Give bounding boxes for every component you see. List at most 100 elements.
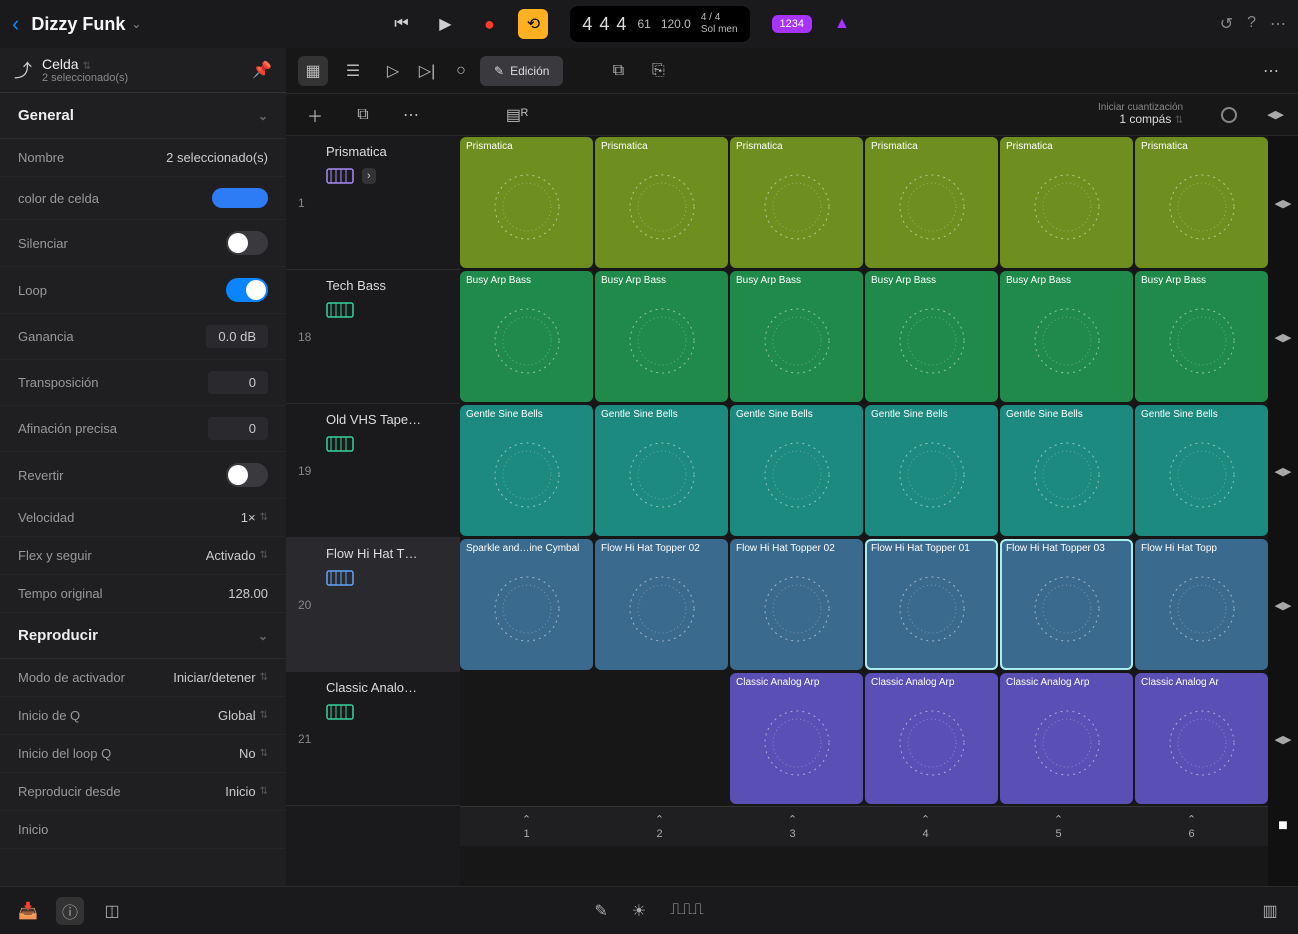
grid-more-icon[interactable]: ⋯: [1256, 56, 1286, 86]
divider-toggle-icon[interactable]: ◀▶: [1267, 108, 1284, 121]
scene-trigger-button[interactable]: ⌃5: [992, 807, 1125, 846]
section-reproduce-header[interactable]: Reproducir ⌄: [0, 613, 286, 659]
track-more-icon[interactable]: ⋯: [396, 100, 426, 130]
loop-cell[interactable]: Gentle Sine Bells: [1135, 405, 1268, 536]
row-trigger-button[interactable]: ◀▶: [1268, 136, 1298, 270]
flex-value[interactable]: Activado⇅: [206, 548, 268, 563]
loop-cell[interactable]: Classic Analog Arp: [1000, 673, 1133, 804]
loop-cell[interactable]: [460, 673, 593, 804]
help-icon[interactable]: ?: [1247, 14, 1256, 34]
grid-view-icon[interactable]: ▦: [298, 56, 328, 86]
loop-cell[interactable]: Sparkle and…ine Cymbal: [460, 539, 593, 670]
mute-toggle[interactable]: [226, 231, 268, 255]
record-button[interactable]: ●: [474, 9, 504, 39]
split-view-icon[interactable]: ◫: [98, 897, 126, 925]
loop-cell[interactable]: Prismatica: [1000, 137, 1133, 268]
loop-cell[interactable]: Flow Hi Hat Topper 01: [865, 539, 998, 670]
scene-trigger-button[interactable]: ⌃2: [593, 807, 726, 846]
finetune-value[interactable]: 0: [208, 417, 268, 440]
loop-cell[interactable]: Gentle Sine Bells: [730, 405, 863, 536]
transpose-value[interactable]: 0: [208, 371, 268, 394]
loop-cell[interactable]: Gentle Sine Bells: [460, 405, 593, 536]
global-stop-icon[interactable]: [1221, 107, 1237, 123]
count-in-pill[interactable]: 1234: [772, 15, 812, 33]
track-header[interactable]: 19 Old VHS Tape…: [286, 404, 460, 538]
copy-icon[interactable]: ⎘: [643, 56, 673, 86]
mixer-icon[interactable]: ⎍⎍⎍: [670, 901, 704, 921]
track-header[interactable]: 21 Classic Analo…: [286, 672, 460, 806]
loop-cell[interactable]: Flow Hi Hat Topper 02: [595, 539, 728, 670]
scene-trigger-button[interactable]: ⌃1: [460, 807, 593, 846]
stop-all-button[interactable]: ■: [1268, 806, 1298, 846]
edit-mode-button[interactable]: ✎ Edición: [480, 56, 563, 86]
edit-tool-icon[interactable]: ✎: [594, 901, 607, 921]
cycle-button[interactable]: ⟲: [518, 9, 548, 39]
reverse-toggle[interactable]: [226, 463, 268, 487]
record-perform-icon[interactable]: ○: [446, 56, 476, 86]
loop-cell[interactable]: Flow Hi Hat Topp: [1135, 539, 1268, 670]
loop-cell[interactable]: Gentle Sine Bells: [1000, 405, 1133, 536]
scene-trigger-button[interactable]: ⌃4: [859, 807, 992, 846]
metronome-icon[interactable]: ▲: [834, 15, 850, 33]
loop-cell[interactable]: Prismatica: [865, 137, 998, 268]
project-title[interactable]: Dizzy Funk: [31, 14, 125, 35]
inbox-icon[interactable]: 📥: [14, 897, 42, 925]
more-icon[interactable]: ⋯: [1270, 14, 1286, 34]
cell-color-swatch[interactable]: [212, 188, 268, 208]
trigger-mode-value[interactable]: Iniciar/detener⇅: [173, 670, 268, 685]
scene-trigger-button[interactable]: ⌃3: [726, 807, 859, 846]
smart-controls-icon[interactable]: ☀: [632, 901, 646, 921]
loop-cell[interactable]: Classic Analog Arp: [865, 673, 998, 804]
row-trigger-button[interactable]: ◀▶: [1268, 270, 1298, 404]
undo-icon[interactable]: ↺: [1220, 14, 1233, 34]
loop-cell[interactable]: Prismatica: [460, 137, 593, 268]
piano-roll-icon[interactable]: ▥: [1256, 897, 1284, 925]
list-view-icon[interactable]: ☰: [338, 56, 368, 86]
loop-cell[interactable]: Busy Arp Bass: [1000, 271, 1133, 402]
loop-cell[interactable]: Classic Analog Ar: [1135, 673, 1268, 804]
inspector-selector-label[interactable]: Celda ⇅: [42, 56, 128, 72]
selection-icon[interactable]: ⧉: [603, 56, 633, 86]
open-plugin-icon[interactable]: ›: [362, 168, 376, 184]
origtempo-value[interactable]: 128.00: [228, 586, 268, 601]
info-icon[interactable]: ⓘ: [56, 897, 84, 925]
play-button[interactable]: ▶: [430, 9, 460, 39]
track-header[interactable]: 1 Prismatica ›: [286, 136, 460, 270]
loop-cell[interactable]: Prismatica: [730, 137, 863, 268]
loop-cell[interactable]: Gentle Sine Bells: [865, 405, 998, 536]
back-button[interactable]: ‹: [12, 11, 19, 37]
loop-cell[interactable]: Busy Arp Bass: [865, 271, 998, 402]
loop-cell[interactable]: Prismatica: [595, 137, 728, 268]
play-from-value[interactable]: Inicio⇅: [225, 784, 268, 799]
loop-toggle[interactable]: [226, 278, 268, 302]
track-header[interactable]: 18 Tech Bass: [286, 270, 460, 404]
pin-icon[interactable]: 📌: [252, 60, 272, 80]
region-inspector-icon[interactable]: ▤ᴿ: [502, 100, 532, 130]
row-trigger-button[interactable]: ◀▶: [1268, 672, 1298, 806]
loop-cell[interactable]: Busy Arp Bass: [460, 271, 593, 402]
row-trigger-button[interactable]: ◀▶: [1268, 404, 1298, 538]
lcd-display[interactable]: 4 4 4 61 120.0 4 / 4 Sol men: [570, 6, 749, 42]
add-track-icon[interactable]: ＋: [300, 100, 330, 130]
speed-value[interactable]: 1×⇅: [241, 510, 268, 525]
loop-cell[interactable]: Flow Hi Hat Topper 03: [1000, 539, 1133, 670]
loop-cell[interactable]: Flow Hi Hat Topper 02: [730, 539, 863, 670]
q-loop-start-value[interactable]: No⇅: [239, 746, 268, 761]
loop-cell[interactable]: Gentle Sine Bells: [595, 405, 728, 536]
loop-cell[interactable]: Busy Arp Bass: [1135, 271, 1268, 402]
gain-value[interactable]: 0.0 dB: [206, 325, 268, 348]
row-trigger-button[interactable]: ◀▶: [1268, 538, 1298, 672]
loop-cell[interactable]: [595, 673, 728, 804]
go-to-start-button[interactable]: ⏮: [386, 9, 416, 39]
track-header[interactable]: 20 Flow Hi Hat T…: [286, 538, 460, 672]
play-queue-icon[interactable]: ▷|: [412, 56, 442, 86]
quantize-menu[interactable]: Iniciar cuantización 1 compás ⇅: [1098, 102, 1183, 126]
loop-cell[interactable]: Prismatica: [1135, 137, 1268, 268]
nav-up-icon[interactable]: ⤴: [14, 57, 32, 83]
section-general-header[interactable]: General ⌄: [0, 93, 286, 139]
name-value[interactable]: 2 seleccionado(s): [166, 150, 268, 165]
project-menu-chevron[interactable]: ⌄: [131, 17, 141, 31]
play-scene-icon[interactable]: ▷: [378, 56, 408, 86]
loop-cell[interactable]: Busy Arp Bass: [730, 271, 863, 402]
q-start-value[interactable]: Global⇅: [218, 708, 268, 723]
